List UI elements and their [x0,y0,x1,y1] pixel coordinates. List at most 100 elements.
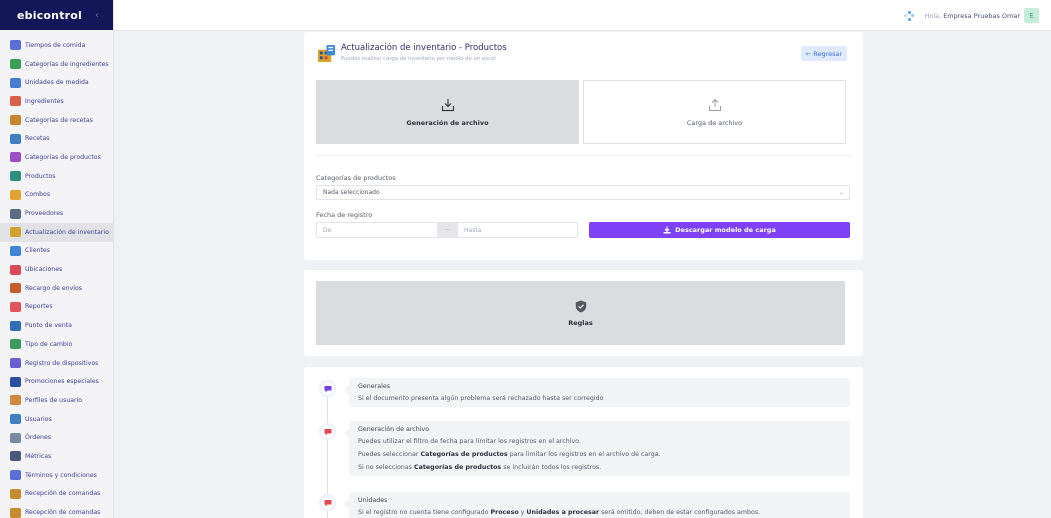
rules-card: Reglas [304,270,863,356]
sidebar-item-punto-de-venta[interactable]: Punto de venta [0,316,113,335]
topbar: Hola, Empresa Pruebas Omar E [114,0,1051,31]
sidebar-item-label: Usuarios [25,415,52,423]
sidebar-item-label: Ingredientes [25,97,64,105]
reports-icon [10,301,21,312]
sidebar-item-tipo-de-cambio[interactable]: Tipo de cambio [0,335,113,354]
generacion-line-3: Si no seleccionas Categorías de producto… [358,464,602,471]
date-label: Fecha de registro [316,211,373,219]
sidebar-item-ingredientes[interactable]: Ingredientes [0,92,113,111]
sidebar-item-label: Tiempos de comida [25,41,86,49]
sidebar-item-usuarios[interactable]: Usuarios [0,410,113,429]
sidebar-item-label: Recargo de envíos [25,284,82,292]
sidebar-item-ubicaciones[interactable]: Ubicaciones [0,260,113,279]
generate-file-tile[interactable]: Generación de archivo [316,80,579,144]
chat-icon [324,385,331,392]
download-template-label: Descargar modelo de carga [675,226,776,234]
sidebar-item-proveedores[interactable]: Proveedores [0,204,113,223]
sidebar-item-promociones-especiales[interactable]: Promociones especiales [0,372,113,391]
sidebar-item-label: Categorías de ingredientes [25,60,109,68]
back-button[interactable]: ← Regresar [801,46,847,61]
download-icon [663,226,671,234]
sidebar-item-label: Tipo de cambio [25,340,73,348]
products-icon [10,171,21,182]
timeline-item-generales: Generales Si el documento presenta algún… [344,378,850,407]
clients-icon [10,245,21,256]
sidebar-item-label: Clientes [25,247,50,255]
sidebar-item-label: Registro de dispositivos [25,359,99,367]
date-from-input[interactable]: De [316,222,438,238]
date-to-input[interactable]: Hasta [457,222,578,238]
sidebar-nav: Tiempos de comida Categorías de ingredien… [0,30,113,518]
download-tray-icon [441,98,454,111]
orders-reception-icon [10,507,21,518]
devices-icon [10,358,21,369]
user-name[interactable]: Empresa Pruebas Omar [943,12,1020,20]
sidebar-item-registro-de-dispositivos[interactable]: Registro de dispositivos [0,354,113,373]
ingredients-icon [10,96,21,107]
sidebar-item-label: Categorías de recetas [25,116,93,124]
timeline-item-unidades: Unidades Si el registro no cuenta tiene … [344,492,850,518]
sidebar-item-label: Órdenes [25,434,51,442]
sidebar-item-categorias-de-ingredientes[interactable]: Categorías de ingredientes [0,55,113,74]
sidebar-item-label: Términos y condiciones [25,471,97,479]
sidebar-item-label: Unidades de medida [25,79,89,87]
recipe-category-icon [10,115,21,126]
recipe-icon [10,133,21,144]
rules-tile[interactable]: Reglas [316,281,845,345]
inventory-update-icon [10,227,21,238]
category-select-value: Nada seleccionado [323,189,380,196]
timeline-dot-generacion [321,425,334,438]
supplier-icon [10,208,21,219]
sidebar-item-label: Promociones especiales [25,378,99,386]
sidebar-item-recepcion-de-comandas[interactable]: Recepción de comandas [0,503,113,518]
chevron-left-icon[interactable]: ‹ [95,10,99,21]
avatar[interactable]: E [1024,8,1039,23]
unidades-text: Si el registro no cuenta tiene configura… [358,509,761,516]
user-area: Hola, Empresa Pruebas Omar E [904,8,1039,23]
load-file-tile[interactable]: Carga de archivo [583,80,846,144]
generacion-line-1: Puedes utilizar el filtro de fecha para … [358,438,581,445]
sidebar-item-ordenes[interactable]: Órdenes [0,428,113,447]
sidebar-item-productos[interactable]: Productos [0,167,113,186]
sidebar-item-label: Recepción de comandas [25,490,101,498]
user-profile-icon [10,395,21,406]
sidebar-item-clientes[interactable]: Clientes [0,242,113,261]
sidebar-item-tiempos-de-comida[interactable]: Tiempos de comida [0,36,113,55]
category-select[interactable]: Nada seleccionado ⌄ [316,185,850,200]
inventory-icon [317,44,336,63]
location-icon [10,264,21,275]
product-category-icon [10,152,21,163]
sidebar-item-label: Categorías de productos [25,153,101,161]
combo-icon [10,189,21,200]
sidebar-item-reportes[interactable]: Reportes [0,298,113,317]
metrics-icon [10,451,21,462]
chevron-down-icon: ⌄ [838,189,844,196]
chat-icon [324,428,331,435]
sidebar-item-actualizacion-de-inventario[interactable]: Actualización de inventario [0,222,113,242]
sidebar: ebicontrol ‹ Tiempos de comida Categorías… [0,0,114,518]
loading-spinner-icon [904,10,915,21]
sidebar-item-label: Proveedores [25,210,64,218]
sidebar-item-label: Ubicaciones [25,266,63,274]
sidebar-item-recargo-de-envios[interactable]: Recargo de envíos [0,279,113,298]
rules-label: Reglas [568,318,593,327]
sidebar-item-label: Métricas [25,452,52,460]
generales-title: Generales [358,383,390,390]
timeline-dot-unidades [321,496,334,509]
rules-timeline-card: Generales Si el documento presenta algún… [304,367,863,518]
sidebar-item-categorias-de-recetas[interactable]: Categorías de recetas [0,111,113,130]
sidebar-item-recetas[interactable]: Recetas [0,129,113,148]
sidebar-item-label: Punto de venta [25,322,72,330]
sidebar-item-unidades-de-medida[interactable]: Unidades de medida [0,73,113,92]
download-template-button[interactable]: Descargar modelo de carga [589,222,850,238]
sidebar-item-perfiles-de-usuario[interactable]: Perfiles de usuario [0,391,113,410]
load-file-label: Carga de archivo [686,118,743,127]
sidebar-item-terminos-y-condiciones[interactable]: Términos y condiciones [0,466,113,485]
sidebar-item-metricas[interactable]: Métricas [0,447,113,466]
pos-icon [10,320,21,331]
logo[interactable]: ebicontrol [17,9,82,22]
sidebar-item-categorias-de-productos[interactable]: Categorías de productos [0,148,113,167]
sidebar-item-combos[interactable]: Combos [0,186,113,205]
chat-icon [324,499,331,506]
sidebar-item-recepcion-de-comandas[interactable]: Recepción de comandas [0,485,113,504]
